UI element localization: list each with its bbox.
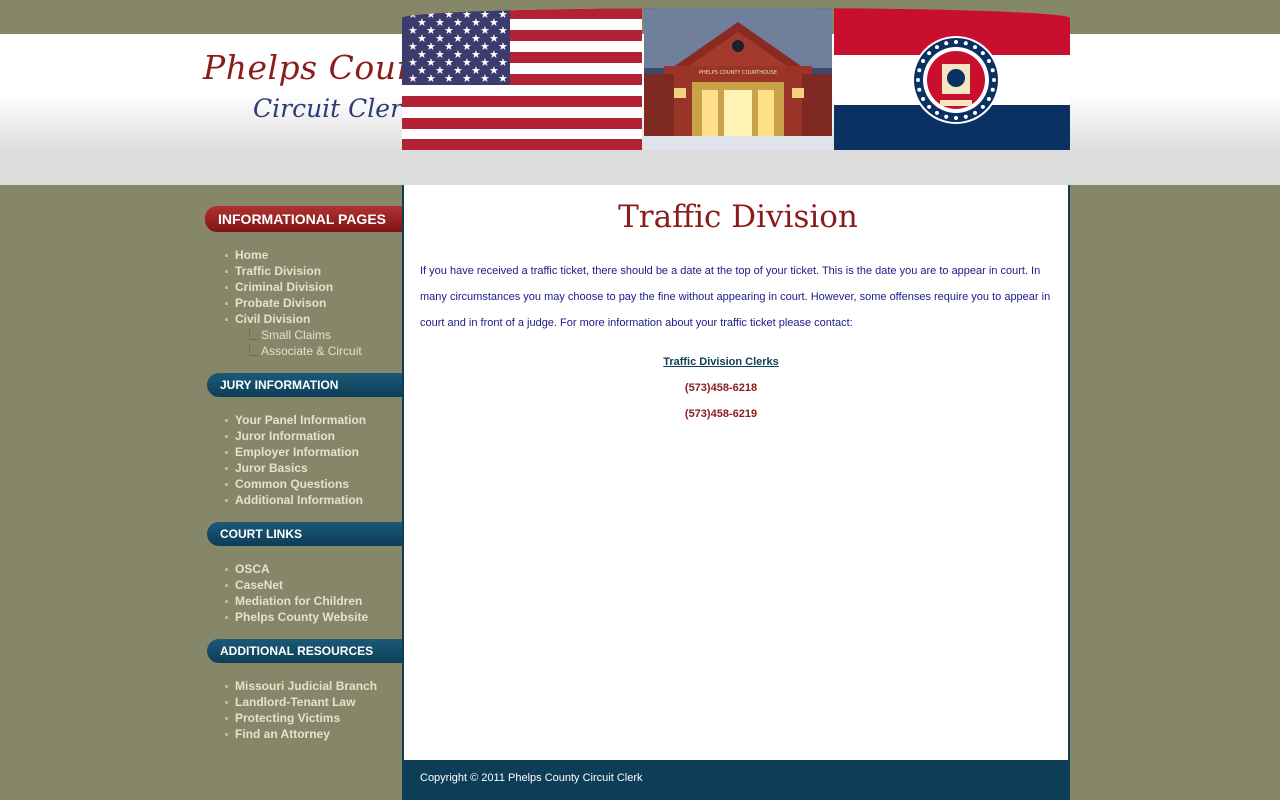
svg-text:★: ★ <box>462 72 472 85</box>
nav-item-mediation-for-children[interactable]: Mediation for Children <box>225 593 368 609</box>
nav-subitem-associate-circuit[interactable]: Associate & Circuit <box>225 343 362 359</box>
nav-item-find-an-attorney[interactable]: Find an Attorney <box>225 726 377 742</box>
nav-item-additional-information[interactable]: Additional Information <box>225 492 366 508</box>
us-flag-image: ★ ★ ★ ★ ★ ★★ ★ ★ ★ ★★ ★ ★ ★ ★ ★★ ★ ★ ★ ★★ ★ ★ ★ ★ ★★ ★ ★ ★ ★★ ★ ★ ★ ★ ★★… <box>402 8 642 150</box>
section-header-jury-information: JURY INFORMATION <box>207 373 402 397</box>
nav-item-probate-division[interactable]: Probate Divison <box>225 295 362 311</box>
section-header-informational-pages: INFORMATIONAL PAGES <box>205 206 402 232</box>
nav-item-juror-basics[interactable]: Juror Basics <box>225 460 366 476</box>
header-banner-image: ★ ★ ★ ★ ★ ★ ★ ★ ★ ★ ★ ★ ★ ★ ★ ★ ★ ★ ★ ★ ★ ★ ★ ★ ★ ★ ★ ★ ★ ★ ★ ★ ★ ★ ★ ★ ★ ★ ★ ★… <box>402 8 1070 150</box>
footer: Copyright © 2011 Phelps County Circuit C… <box>402 760 1070 800</box>
svg-text:★: ★ <box>444 72 454 85</box>
nav-list-additional-resources: Missouri Judicial Branch Landlord-Tenant… <box>225 678 377 742</box>
nav-item-criminal-division[interactable]: Criminal Division <box>225 279 362 295</box>
svg-text:★: ★ <box>498 40 508 53</box>
section-header-additional-resources: ADDITIONAL RESOURCES <box>207 639 402 663</box>
intro-paragraph: If you have received a traffic ticket, t… <box>420 265 1051 329</box>
nav-item-traffic-division[interactable]: Traffic Division <box>225 263 362 279</box>
svg-text:★: ★ <box>498 56 508 69</box>
site-logo-line2[interactable]: Circuit Clerk <box>253 94 417 123</box>
missouri-flag-image <box>834 8 1070 150</box>
nav-item-casenet[interactable]: CaseNet <box>225 577 368 593</box>
svg-text:★: ★ <box>498 24 508 37</box>
traffic-division-clerks-link[interactable]: Traffic Division Clerks <box>404 356 1038 368</box>
nav-item-your-panel-information[interactable]: Your Panel Information <box>225 412 366 428</box>
phone-number-1: (573)458-6218 <box>684 382 758 394</box>
phone-number-2: (573)458-6219 <box>684 408 758 420</box>
nav-item-landlord-tenant-law[interactable]: Landlord-Tenant Law <box>225 694 377 710</box>
page-title: Traffic Division <box>618 199 858 235</box>
svg-text:★: ★ <box>498 8 508 21</box>
svg-text:PHELPS COUNTY COURTHOUSE: PHELPS COUNTY COURTHOUSE <box>699 70 777 76</box>
svg-text:★: ★ <box>480 72 490 85</box>
nav-item-protecting-victims[interactable]: Protecting Victims <box>225 710 377 726</box>
nav-item-common-questions[interactable]: Common Questions <box>225 476 366 492</box>
svg-text:★: ★ <box>408 72 418 85</box>
nav-list-informational: Home Traffic Division Criminal Division … <box>225 247 362 359</box>
nav-item-home[interactable]: Home <box>225 247 362 263</box>
nav-item-employer-information[interactable]: Employer Information <box>225 444 366 460</box>
nav-list-jury: Your Panel Information Juror Information… <box>225 412 366 508</box>
nav-subitem-small-claims[interactable]: Small Claims <box>225 327 362 343</box>
nav-item-juror-information[interactable]: Juror Information <box>225 428 366 444</box>
nav-list-court-links: OSCA CaseNet Mediation for Children Phel… <box>225 561 368 625</box>
main-content: Traffic Division If you have received a … <box>402 185 1070 760</box>
courthouse-photo: PHELPS COUNTY COURTHOUSE <box>644 8 832 150</box>
nav-item-phelps-county-website[interactable]: Phelps County Website <box>225 609 368 625</box>
nav-item-osca[interactable]: OSCA <box>225 561 368 577</box>
footer-copyright: Copyright © 2011 Phelps County Circuit C… <box>420 772 643 784</box>
nav-item-missouri-judicial-branch[interactable]: Missouri Judicial Branch <box>225 678 377 694</box>
svg-text:★: ★ <box>426 72 436 85</box>
nav-item-civil-division[interactable]: Civil Division <box>225 311 362 327</box>
section-header-court-links: COURT LINKS <box>207 522 402 546</box>
svg-text:★: ★ <box>498 72 508 85</box>
